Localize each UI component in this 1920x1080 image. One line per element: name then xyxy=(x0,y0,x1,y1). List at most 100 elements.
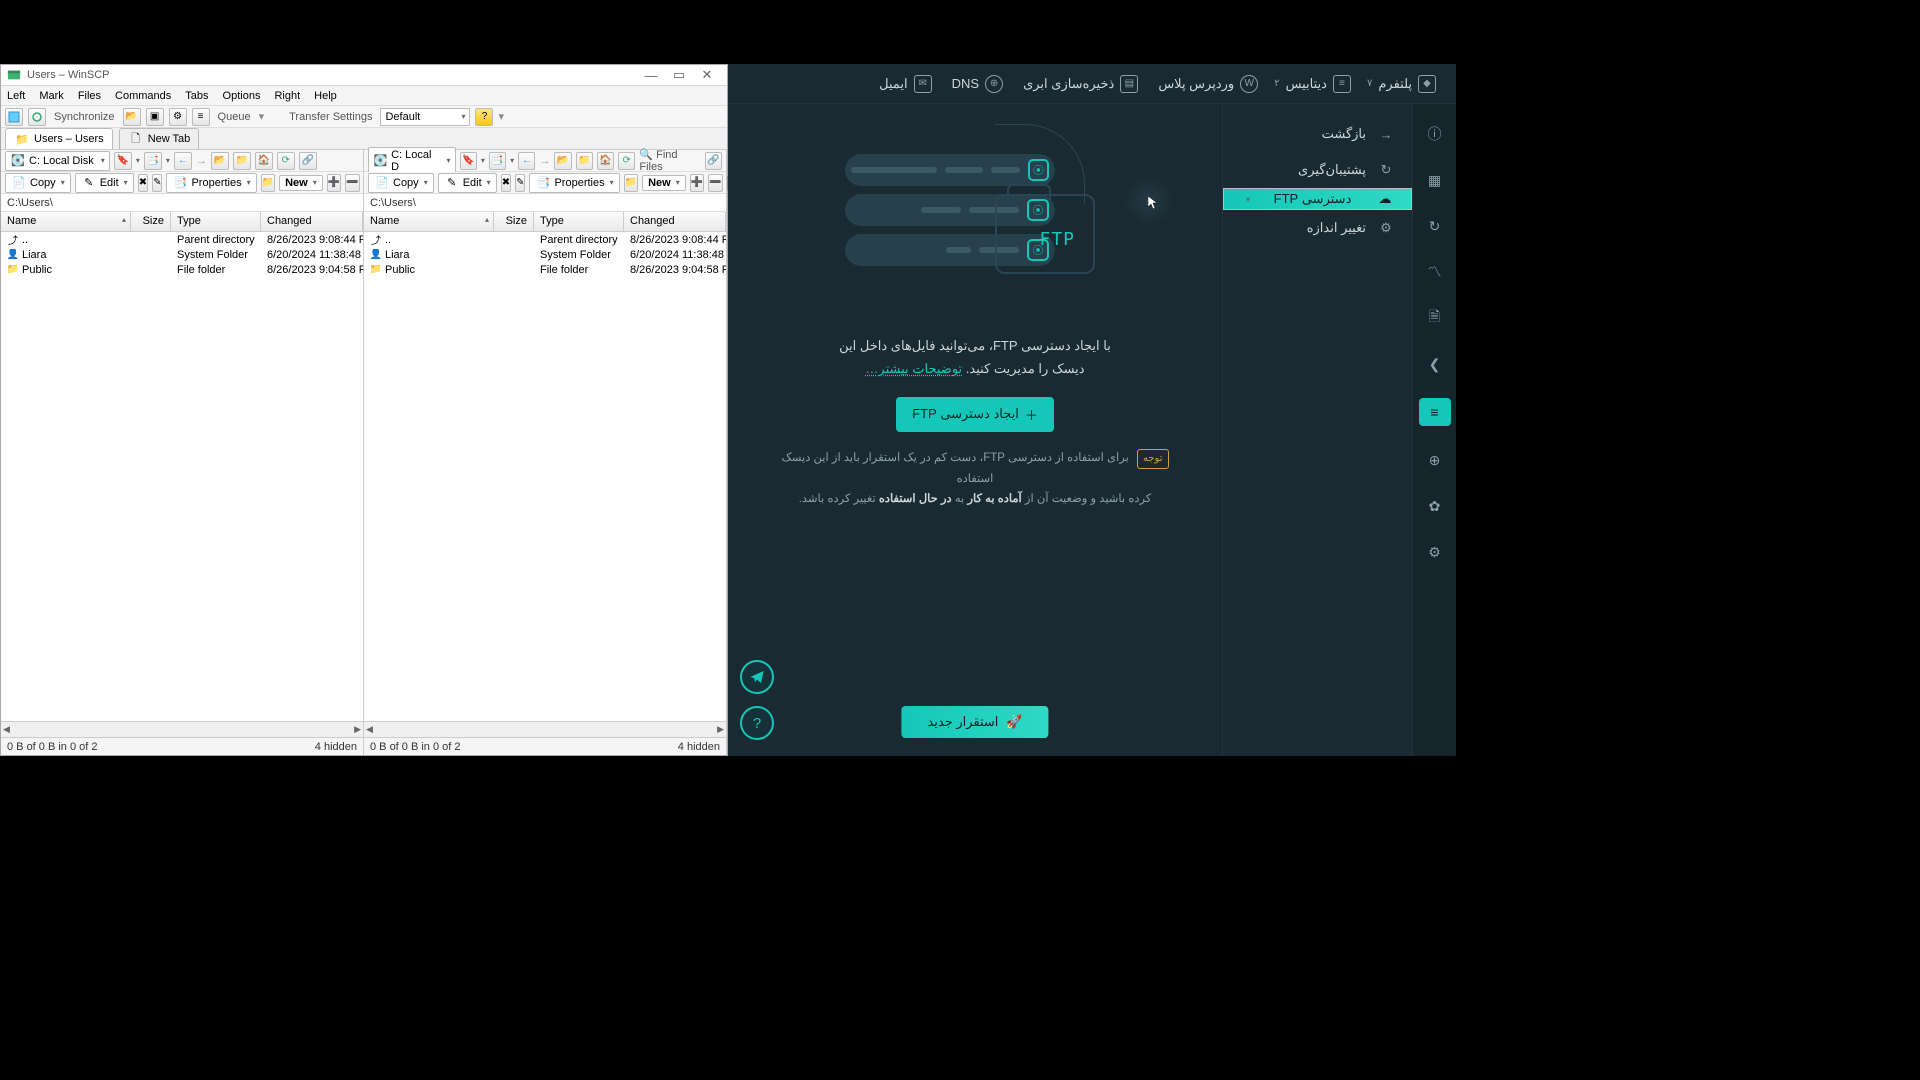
drive-select[interactable]: 💽C: Local Disk xyxy=(5,151,110,171)
delete-button[interactable]: ✖ xyxy=(138,174,148,192)
minimize-button[interactable]: — xyxy=(637,68,665,83)
new-folder-button[interactable]: 📁 xyxy=(261,174,275,192)
col-changed[interactable]: Changed xyxy=(261,212,363,231)
sync-icon[interactable] xyxy=(28,108,46,126)
properties-button[interactable]: 📑Properties xyxy=(166,173,256,193)
bookmark-button[interactable]: 📑 xyxy=(144,152,162,170)
maximize-button[interactable]: ▭ xyxy=(665,67,693,83)
filter-button[interactable]: 🔖 xyxy=(114,152,132,170)
copy-button[interactable]: 📄Copy xyxy=(368,173,434,193)
side-resize[interactable]: ⚙ تغییر اندازه xyxy=(1223,210,1412,246)
rail-settings-icon[interactable]: ⚙ xyxy=(1423,540,1447,564)
file-list[interactable]: ⤴.. Parent directory 8/26/2023 9:08:44 P… xyxy=(364,232,726,721)
menu-options[interactable]: Options xyxy=(223,90,261,102)
transfer-settings-select[interactable]: Default xyxy=(380,108,470,126)
drive-select[interactable]: 💽C: Local D xyxy=(368,147,456,175)
nav-dns[interactable]: ⊕ DNS xyxy=(952,75,1003,93)
nav-platform[interactable]: ◆ پلتفرم ۷ xyxy=(1371,75,1436,93)
root-button[interactable]: 📁 xyxy=(233,152,251,170)
help-button[interactable]: ? xyxy=(475,108,493,126)
queue-icon[interactable]: ≡ xyxy=(192,108,210,126)
side-ftp[interactable]: ☁ دسترسی FTP xyxy=(1223,188,1412,210)
minus-button[interactable]: ➖ xyxy=(345,174,359,192)
rail-grid-icon[interactable]: ▦ xyxy=(1423,168,1447,192)
file-row[interactable]: 📁Public File folder 8/26/2023 9:04:58 PM xyxy=(1,262,363,277)
find-files-button[interactable]: 🔍 Find Files xyxy=(639,148,700,173)
root-button[interactable]: 📁 xyxy=(576,152,593,170)
new-folder-button[interactable]: 📁 xyxy=(624,174,638,192)
session-button[interactable] xyxy=(5,108,23,126)
back-button[interactable]: ← xyxy=(174,152,192,170)
minus-button[interactable]: ➖ xyxy=(708,174,722,192)
more-info-link[interactable]: توضیحات بیشتر… xyxy=(865,361,962,376)
col-name[interactable]: Name▴ xyxy=(1,212,131,231)
menu-commands[interactable]: Commands xyxy=(115,90,171,102)
new-button[interactable]: New xyxy=(279,175,323,191)
refresh-button[interactable]: ⟳ xyxy=(618,152,635,170)
file-list[interactable]: ⤴.. Parent directory 8/26/2023 9:08:44 P… xyxy=(1,232,363,721)
remote-sync-button[interactable]: 📂 xyxy=(123,108,141,126)
edit-button[interactable]: ✎Edit xyxy=(75,173,134,193)
plus-button[interactable]: ➕ xyxy=(690,174,704,192)
rail-file-icon[interactable]: 🗎 xyxy=(1423,306,1447,330)
synchronize-button[interactable]: Synchronize xyxy=(51,111,118,123)
session-tab-users[interactable]: 📁 Users – Users xyxy=(5,128,113,149)
h-scrollbar[interactable] xyxy=(1,721,363,737)
menu-mark[interactable]: Mark xyxy=(39,90,63,102)
titlebar[interactable]: Users – WinSCP — ▭ ✕ xyxy=(1,65,727,86)
properties-button[interactable]: 📑Properties xyxy=(529,173,619,193)
plus-button[interactable]: ➕ xyxy=(327,174,341,192)
nav-wordpress[interactable]: W وردپرس پلاس xyxy=(1158,75,1258,93)
file-row[interactable]: 👤Liara System Folder 6/20/2024 11:38:48 … xyxy=(1,247,363,262)
sync-browse-button[interactable]: 🔗 xyxy=(705,152,722,170)
telegram-button[interactable] xyxy=(740,660,774,694)
new-tab-button[interactable]: 🗋 New Tab xyxy=(119,128,200,149)
nav-email[interactable]: ✉ ایمیل xyxy=(879,75,932,93)
queue-button[interactable]: Queue xyxy=(215,111,254,123)
create-ftp-button[interactable]: ＋ ایجاد دسترسی FTP xyxy=(896,397,1054,432)
menu-files[interactable]: Files xyxy=(78,90,101,102)
rail-domain-icon[interactable]: ⊕ xyxy=(1423,448,1447,472)
h-scrollbar[interactable] xyxy=(364,721,726,737)
nav-storage[interactable]: ▤ ذخیره‌سازی ابری xyxy=(1023,75,1138,93)
nav-database[interactable]: ≡ دیتابیس ۲ xyxy=(1278,75,1351,93)
menu-help[interactable]: Help xyxy=(314,90,337,102)
gear-icon[interactable]: ⚙ xyxy=(169,108,187,126)
rail-disks-icon[interactable]: ≡ xyxy=(1419,398,1451,426)
edit-button[interactable]: ✎Edit xyxy=(438,173,497,193)
file-row[interactable]: 📁Public File folder 8/26/2023 9:04:58 PM xyxy=(364,262,726,277)
sync-browse-button[interactable]: 🔗 xyxy=(299,152,317,170)
parent-button[interactable]: 📂 xyxy=(554,152,571,170)
back-button[interactable]: ← xyxy=(518,152,535,170)
col-size[interactable]: Size xyxy=(131,212,171,231)
file-row[interactable]: ⤴.. Parent directory 8/26/2023 9:08:44 P… xyxy=(364,232,726,247)
side-back[interactable]: → بازگشت xyxy=(1223,116,1412,152)
col-type[interactable]: Type xyxy=(171,212,261,231)
rail-history-icon[interactable]: ↻ xyxy=(1423,214,1447,238)
path-bar[interactable]: C:\Users\ xyxy=(1,194,363,212)
new-button[interactable]: New xyxy=(642,175,686,191)
menu-tabs[interactable]: Tabs xyxy=(185,90,208,102)
home-button[interactable]: 🏠 xyxy=(597,152,614,170)
close-button[interactable]: ✕ xyxy=(693,67,721,83)
rail-chart-icon[interactable]: 〽 xyxy=(1423,260,1447,284)
side-backup[interactable]: ↻ پشتیبان‌گیری xyxy=(1223,152,1412,188)
menu-right[interactable]: Right xyxy=(274,90,300,102)
help-button[interactable]: ? xyxy=(740,706,774,740)
rail-info-icon[interactable]: ⓘ xyxy=(1423,122,1447,146)
col-type[interactable]: Type xyxy=(534,212,624,231)
console-button[interactable]: ▣ xyxy=(146,108,164,126)
menu-left[interactable]: Left xyxy=(7,90,25,102)
col-name[interactable]: Name▴ xyxy=(364,212,494,231)
new-deploy-button[interactable]: 🚀 استقرار جدید xyxy=(901,706,1048,738)
rename-button[interactable]: ✎ xyxy=(152,174,162,192)
file-row[interactable]: ⤴.. Parent directory 8/26/2023 9:08:44 P… xyxy=(1,232,363,247)
filter-button[interactable]: 🔖 xyxy=(460,152,477,170)
rail-terminal-icon[interactable]: ❯ xyxy=(1423,352,1447,376)
path-bar[interactable]: C:\Users\ xyxy=(364,194,726,212)
bookmark-button[interactable]: 📑 xyxy=(489,152,506,170)
home-button[interactable]: 🏠 xyxy=(255,152,273,170)
col-changed[interactable]: Changed xyxy=(624,212,726,231)
delete-button[interactable]: ✖ xyxy=(501,174,511,192)
refresh-button[interactable]: ⟳ xyxy=(277,152,295,170)
